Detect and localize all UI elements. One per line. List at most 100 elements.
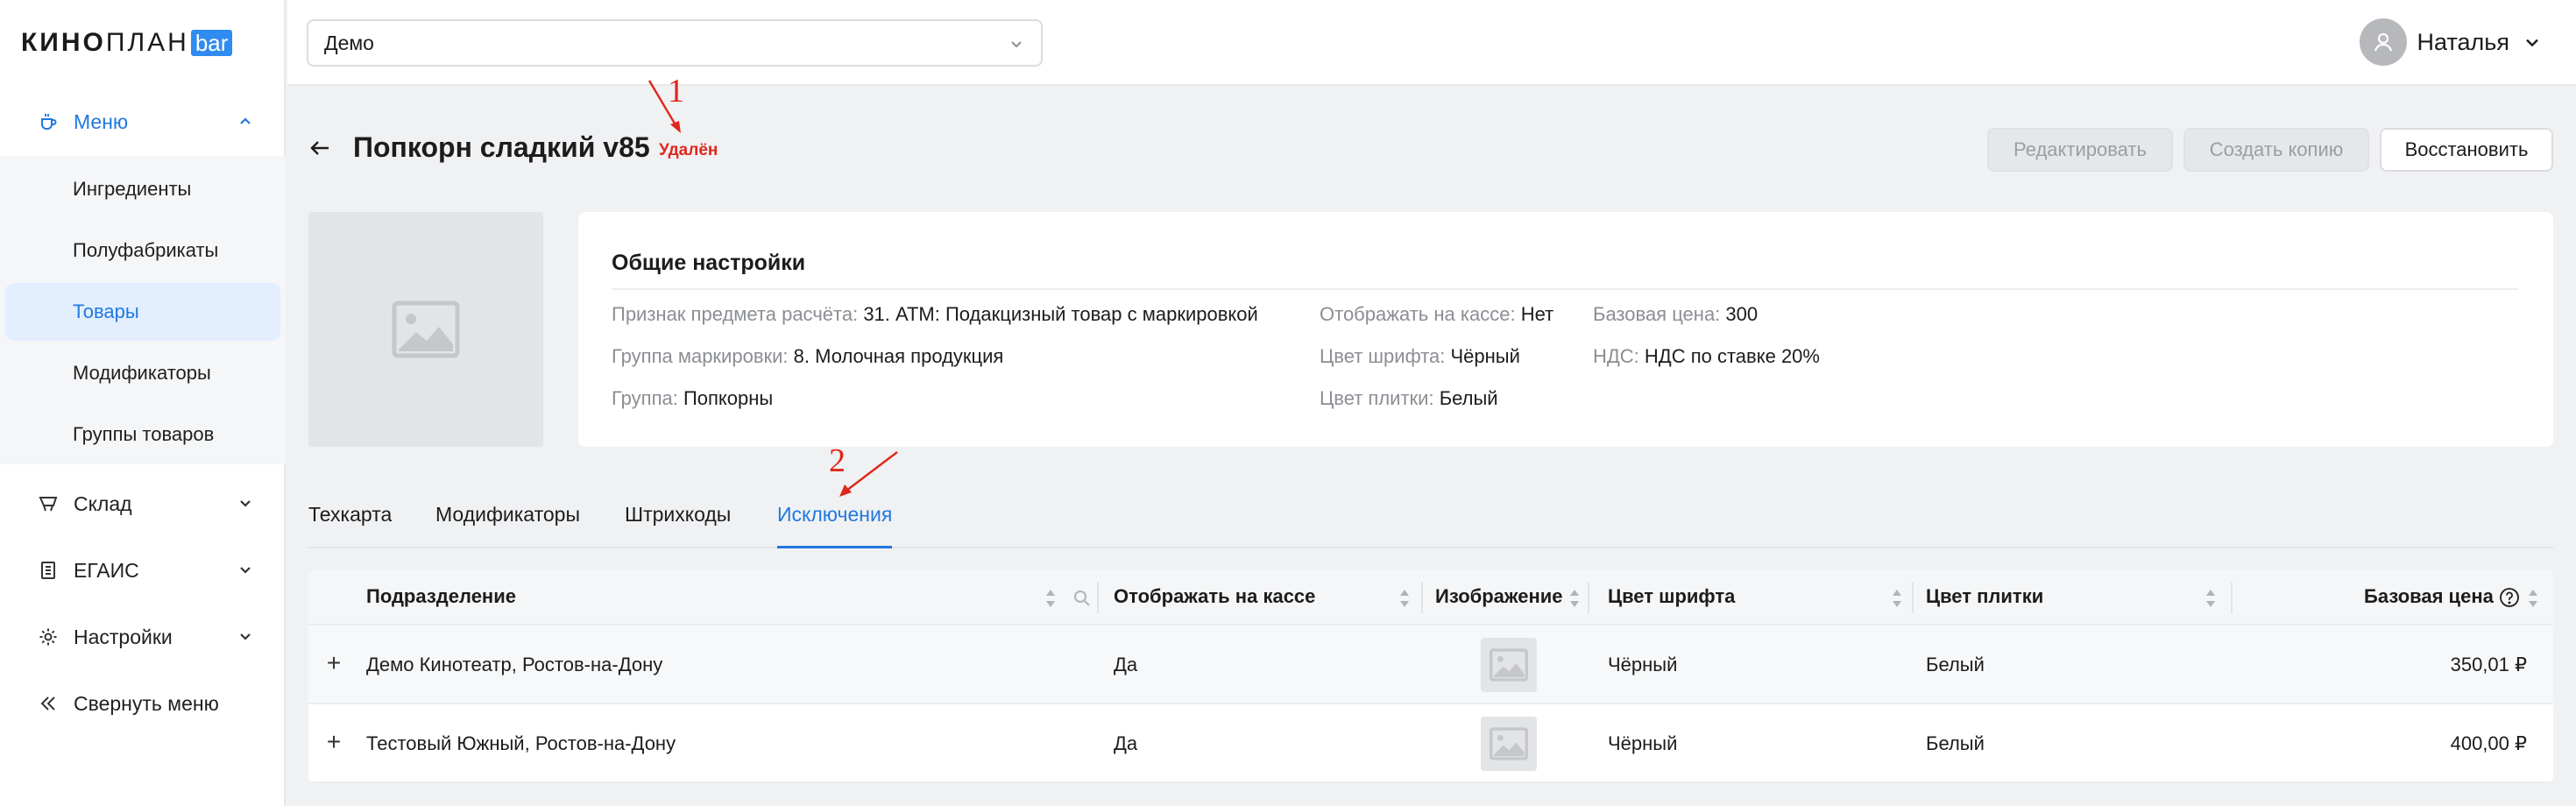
- product-image-placeholder: [308, 212, 543, 447]
- table-row[interactable]: + Тестовый Южный, Ростов-на-Дону Да Чёрн…: [308, 704, 2553, 783]
- sidebar-item-label: Настройки: [74, 625, 173, 648]
- divider: [612, 288, 2518, 290]
- logo[interactable]: КИНОПЛАН bar: [21, 28, 233, 58]
- sort-icon[interactable]: [2204, 587, 2217, 610]
- field-base-price: Базовая цена: 300: [1593, 303, 1759, 325]
- user-name: Наталья: [2417, 28, 2509, 55]
- field-show-on-register: Отображать на кассе: Нет: [1320, 303, 1554, 325]
- sidebar-item-products[interactable]: Товары: [5, 283, 280, 341]
- cell-base-price: 350,01 ₽: [2450, 654, 2527, 675]
- sort-icon[interactable]: [2527, 587, 2539, 610]
- chevron-down-icon: [2526, 39, 2538, 47]
- collapse-menu-button[interactable]: Свернуть меню: [0, 673, 286, 734]
- logo-text: КИНОПЛАН: [21, 28, 189, 57]
- cell-tile-color: Белый: [1926, 732, 1985, 754]
- status-badge: Удалён: [659, 141, 718, 159]
- sidebar-item-modifiers[interactable]: Модификаторы: [5, 344, 280, 402]
- tab-barcodes[interactable]: Штрихкоды: [625, 503, 731, 548]
- general-settings-card: Общие настройки Признак предмета расчёта…: [578, 212, 2553, 447]
- table-row[interactable]: + Демо Кинотеатр, Ростов-на-Дону Да Чёрн…: [308, 626, 2553, 704]
- annotation-arrow-2: [839, 451, 898, 497]
- gear-icon: [39, 627, 58, 647]
- cinema-select[interactable]: Демо: [307, 19, 1043, 67]
- field-vat: НДС: НДС по ставке 20%: [1593, 345, 1820, 367]
- cell-tile-color: Белый: [1926, 654, 1985, 675]
- sidebar-item-label: Склад: [74, 491, 132, 515]
- tabs: Техкарта Модификаторы Штрихкоды Исключен…: [308, 496, 2553, 548]
- chevron-down-icon: [240, 500, 251, 507]
- column-separator: [1912, 582, 1914, 613]
- column-header-tile-color: Цвет плитки: [1926, 585, 2044, 607]
- arrow-left-icon[interactable]: [307, 135, 333, 161]
- user-icon: [2374, 32, 2392, 52]
- document-icon: [39, 561, 58, 580]
- topbar: Демо Наталья: [287, 0, 2576, 86]
- table-header: Подразделение Отображать на кассе Изобра…: [308, 569, 2553, 626]
- user-menu[interactable]: Наталья: [2359, 18, 2543, 67]
- cell-division: Тестовый Южный, Ростов-на-Дону: [366, 732, 676, 754]
- column-header-image: Изображение: [1435, 585, 1563, 607]
- sidebar-item-ingredients[interactable]: Ингредиенты: [5, 160, 280, 218]
- collapse-menu-label: Свернуть меню: [74, 691, 219, 715]
- page-title: Попкорн сладкий v85: [353, 131, 650, 163]
- double-chevron-left-icon: [39, 694, 58, 713]
- cell-base-price: 400,00 ₽: [2450, 732, 2527, 754]
- field-group: Группа: Попкорны: [612, 387, 774, 409]
- image-placeholder-icon: [1481, 717, 1537, 771]
- chevron-down-icon: [1011, 41, 1022, 48]
- image-placeholder-icon: [1481, 638, 1537, 692]
- tab-modifiers[interactable]: Модификаторы: [435, 503, 580, 548]
- cell-font-color: Чёрный: [1608, 732, 1678, 754]
- sidebar-item-product-groups[interactable]: Группы товаров: [5, 406, 280, 463]
- avatar: [2359, 18, 2407, 66]
- sort-icon[interactable]: [1044, 587, 1057, 610]
- cell-font-color: Чёрный: [1608, 654, 1678, 675]
- sidebar-item-semifinished[interactable]: Полуфабрикаты: [5, 222, 280, 279]
- column-header-show-on-register: Отображать на кассе: [1114, 585, 1316, 607]
- chevron-down-icon: [240, 633, 251, 640]
- cart-icon: [39, 494, 58, 513]
- sort-icon[interactable]: [1398, 587, 1411, 610]
- cell-show-on-register: Да: [1114, 732, 1138, 754]
- column-separator: [2231, 582, 2233, 613]
- create-copy-button[interactable]: Создать копию: [2183, 128, 2369, 172]
- sidebar-item-label: Меню: [74, 110, 129, 133]
- sidebar: КИНОПЛАН bar Меню Ингредиенты Полуфабрик…: [0, 0, 286, 806]
- tab-exceptions[interactable]: Исключения: [777, 503, 893, 548]
- annotation-arrow-1: [648, 80, 681, 133]
- image-placeholder-icon: [392, 300, 460, 358]
- question-circle-icon[interactable]: [2499, 587, 2520, 608]
- restore-button[interactable]: Восстановить: [2380, 128, 2553, 172]
- sidebar-item-menu[interactable]: Меню: [0, 91, 286, 152]
- settings-title: Общие настройки: [612, 251, 806, 275]
- column-separator: [1097, 582, 1099, 613]
- column-separator: [1421, 582, 1423, 613]
- sidebar-item-egais[interactable]: ЕГАИС: [0, 540, 286, 601]
- column-separator: [1588, 582, 1589, 613]
- field-marking-group: Группа маркировки: 8. Молочная продукция: [612, 345, 1004, 367]
- field-payment-subject: Признак предмета расчёта: 31. АТМ: Подак…: [612, 303, 1258, 325]
- logo-badge: bar: [190, 30, 233, 56]
- search-icon[interactable]: [1072, 589, 1092, 608]
- column-header-division: Подразделение: [366, 585, 516, 607]
- tab-techcard[interactable]: Техкарта: [308, 503, 392, 548]
- sort-icon[interactable]: [1568, 587, 1581, 610]
- sidebar-item-label: ЕГАИС: [74, 558, 139, 582]
- column-header-base-price: Базовая цена: [2364, 585, 2494, 607]
- plus-icon[interactable]: +: [321, 650, 347, 676]
- edit-button[interactable]: Редактировать: [1987, 128, 2173, 172]
- exceptions-table: Подразделение Отображать на кассе Изобра…: [308, 569, 2553, 783]
- sidebar-item-warehouse[interactable]: Склад: [0, 473, 286, 534]
- cinema-select-value: Демо: [324, 31, 374, 54]
- sort-icon[interactable]: [1891, 587, 1903, 610]
- cell-division: Демо Кинотеатр, Ростов-на-Дону: [366, 654, 663, 675]
- column-header-font-color: Цвет шрифта: [1608, 585, 1736, 607]
- plus-icon[interactable]: +: [321, 729, 347, 755]
- chevron-down-icon: [240, 567, 251, 574]
- cell-show-on-register: Да: [1114, 654, 1138, 675]
- field-font-color: Цвет шрифта: Чёрный: [1320, 345, 1520, 367]
- sidebar-item-settings[interactable]: Настройки: [0, 606, 286, 668]
- cup-icon: [39, 112, 58, 131]
- field-tile-color: Цвет плитки: Белый: [1320, 387, 1498, 409]
- chevron-up-icon: [240, 117, 251, 124]
